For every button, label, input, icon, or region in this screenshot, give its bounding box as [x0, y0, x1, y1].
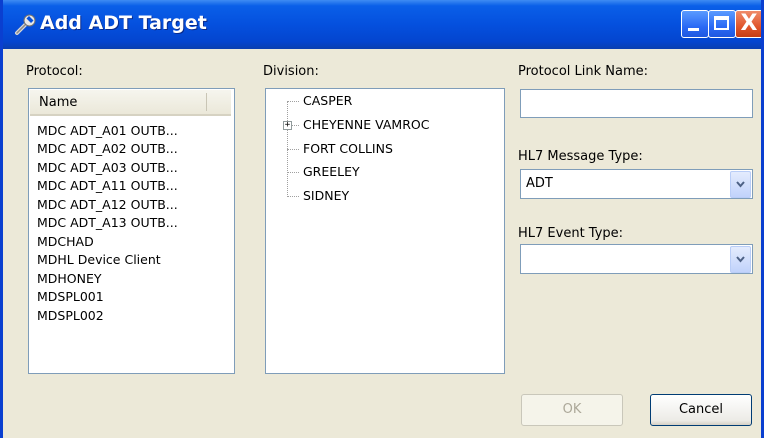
ok-button-label: OK: [562, 402, 582, 417]
list-item[interactable]: MDCHAD: [37, 234, 94, 249]
list-item[interactable]: MDC ADT_A11 OUTB...: [37, 178, 178, 193]
tree-item-casper[interactable]: CASPER: [303, 93, 352, 108]
cancel-button-label: Cancel: [678, 402, 724, 417]
list-item[interactable]: MDC ADT_A01 OUTB...: [37, 123, 178, 138]
tree-connector: [287, 172, 299, 173]
division-label: Division:: [263, 64, 319, 79]
list-item[interactable]: MDHL Device Client: [37, 252, 161, 267]
hl7-event-type-label: HL7 Event Type:: [518, 226, 624, 241]
close-icon: X: [740, 11, 758, 36]
hl7-event-type-select[interactable]: [520, 244, 753, 274]
tree-connector: [287, 101, 299, 102]
wrench-icon: [15, 14, 36, 35]
protocol-link-name-label: Protocol Link Name:: [518, 64, 649, 79]
title-bar[interactable]: Add ADT Target X: [3, 0, 761, 49]
column-separator[interactable]: [206, 93, 207, 111]
maximize-icon: [714, 16, 729, 30]
list-item[interactable]: MDC ADT_A13 OUTB...: [37, 215, 178, 230]
list-item[interactable]: MDSPL002: [37, 308, 104, 323]
protocol-label: Protocol:: [26, 64, 83, 79]
column-header-name: Name: [39, 95, 78, 110]
hl7-message-type-select[interactable]: ADT: [520, 169, 753, 199]
protocol-list[interactable]: Name MDC ADT_A01 OUTB... MDC ADT_A02 OUT…: [28, 88, 235, 374]
tree-item-greeley[interactable]: GREELEY: [303, 164, 360, 179]
window-title: Add ADT Target: [40, 12, 207, 34]
hl7-event-type-dropdown-button[interactable]: [730, 246, 751, 273]
hl7-message-type-dropdown-button[interactable]: [730, 171, 751, 198]
minimize-icon: [688, 28, 699, 31]
tree-connector: [287, 149, 299, 150]
add-adt-target-dialog: Add ADT Target X Protocol: Name MDC ADT_…: [0, 0, 764, 438]
division-tree[interactable]: CASPER + CHEYENNE VAMROC FORT COLLINS GR…: [265, 88, 505, 374]
chevron-down-icon: [736, 256, 745, 263]
list-item[interactable]: MDC ADT_A02 OUTB...: [37, 141, 178, 156]
hl7-message-type-label: HL7 Message Type:: [518, 149, 643, 164]
list-item[interactable]: MDC ADT_A12 OUTB...: [37, 197, 178, 212]
minimize-button[interactable]: [681, 10, 709, 38]
list-item[interactable]: MDSPL001: [37, 289, 104, 304]
tree-connector: [287, 196, 299, 197]
ok-button[interactable]: OK: [521, 394, 623, 426]
protocol-link-name-input[interactable]: [520, 89, 753, 118]
tree-item-cheyenne-vamroc[interactable]: CHEYENNE VAMROC: [303, 117, 429, 132]
list-item[interactable]: MDHONEY: [37, 271, 102, 286]
hl7-message-type-value: ADT: [526, 176, 553, 191]
cancel-button[interactable]: Cancel: [650, 394, 752, 426]
maximize-button[interactable]: [708, 10, 736, 38]
tree-connector: [292, 125, 299, 126]
expand-plus-icon[interactable]: +: [283, 121, 292, 130]
protocol-column-header[interactable]: Name: [30, 90, 231, 116]
close-button[interactable]: X: [735, 10, 761, 38]
chevron-down-icon: [736, 181, 745, 188]
tree-item-fort-collins[interactable]: FORT COLLINS: [303, 141, 393, 156]
list-item[interactable]: MDC ADT_A03 OUTB...: [37, 160, 178, 175]
tree-item-sidney[interactable]: SIDNEY: [303, 188, 349, 203]
